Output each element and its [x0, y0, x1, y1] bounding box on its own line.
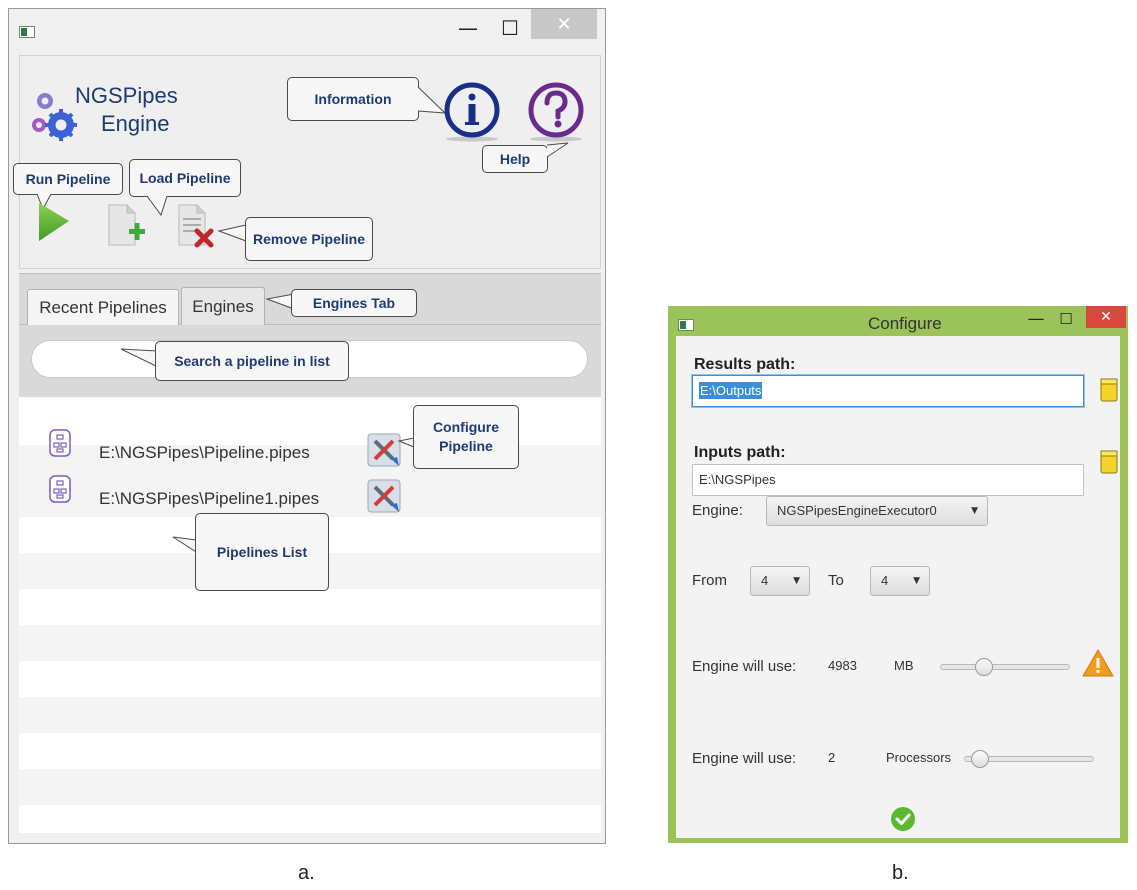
memory-slider[interactable] — [940, 658, 1070, 676]
search-callout-pointer — [120, 348, 159, 368]
load-pipeline-button[interactable] — [105, 199, 149, 249]
help-callout-pointer — [546, 142, 569, 158]
minimize-button[interactable]: — — [451, 15, 485, 45]
list-row-empty — [19, 769, 601, 805]
engine-selected-value: NGSPipesEngineExecutor0 — [777, 503, 937, 518]
configure-tools-icon — [367, 433, 401, 467]
list-row-empty — [19, 589, 601, 625]
browse-inputs-button[interactable] — [1100, 448, 1118, 479]
list-row-empty — [19, 625, 601, 661]
configure-tools-icon — [367, 479, 401, 513]
processors-slider[interactable] — [964, 750, 1094, 768]
question-circle-icon — [528, 82, 584, 142]
confirm-button[interactable] — [890, 806, 916, 837]
app-window-icon — [19, 25, 35, 38]
list-row-empty — [19, 805, 601, 833]
configure-callout-line1: Configure — [432, 419, 500, 435]
results-path-label: Results path: — [694, 356, 796, 373]
from-select[interactable]: 4 ▼ — [750, 566, 810, 596]
help-button[interactable] — [525, 81, 587, 143]
inputs-path-input[interactable]: E:\NGSPipes — [692, 464, 1084, 496]
add-file-icon — [108, 204, 145, 246]
remove-pipeline-callout: Remove Pipeline — [245, 217, 373, 261]
configure-pipeline-button[interactable] — [367, 479, 401, 513]
engines-tab-callout: Engines Tab — [291, 289, 417, 317]
results-path-value: E:\Outputs — [699, 382, 763, 399]
help-callout: Help — [482, 145, 548, 173]
title-bar: — ☐ ✕ — [9, 9, 605, 53]
memory-label: Engine will use: — [692, 658, 797, 675]
configure-dialog: Configure — ☐ ✕ Results path: E:\Outputs… — [668, 306, 1128, 843]
chevron-down-icon: ▼ — [913, 576, 920, 586]
pipeline-file-icon — [49, 475, 71, 508]
tab-engines[interactable]: Engines — [181, 287, 265, 325]
to-select[interactable]: 4 ▼ — [870, 566, 930, 596]
from-selected-value: 4 — [761, 573, 769, 588]
processors-slider-thumb[interactable] — [970, 750, 989, 768]
pipeline-path[interactable]: E:\NGSPipes\Pipeline1.pipes — [99, 489, 319, 509]
run-pipeline-button[interactable] — [33, 199, 73, 245]
caption-b: b. — [892, 862, 909, 884]
memory-unit: MB — [894, 658, 914, 673]
load-pipeline-callout: Load Pipeline — [129, 159, 241, 197]
remove-file-icon — [178, 204, 214, 248]
warning-icon — [1082, 648, 1114, 683]
engine-select[interactable]: NGSPipesEngineExecutor0 ▼ — [766, 496, 988, 526]
dialog-title: Configure — [868, 314, 942, 333]
from-label: From — [692, 572, 727, 589]
configure-pipeline-button[interactable] — [367, 433, 401, 467]
results-path-input[interactable]: E:\Outputs — [692, 375, 1084, 407]
search-callout: Search a pipeline in list — [155, 341, 349, 381]
maximize-button[interactable]: ☐ — [493, 15, 527, 45]
memory-value: 4983 — [828, 658, 857, 673]
folder-icon — [1100, 378, 1118, 402]
configure-callout-line2: Pipeline — [439, 438, 493, 454]
pipeline-file-icon — [49, 429, 71, 462]
ngspipes-logo: NGSPipes Engine — [29, 83, 189, 143]
check-circle-icon — [891, 807, 915, 831]
close-button[interactable]: ✕ — [531, 9, 597, 39]
remove-pipeline-callout-pointer — [217, 224, 247, 242]
chevron-down-icon: ▼ — [971, 506, 978, 516]
memory-slider-thumb[interactable] — [974, 658, 993, 676]
run-pipeline-callout: Run Pipeline — [13, 163, 123, 195]
pipeline-path[interactable]: E:\NGSPipes\Pipeline.pipes — [99, 443, 310, 463]
caption-a: a. — [298, 862, 315, 884]
processors-label: Engine will use: — [692, 750, 797, 767]
remove-pipeline-button[interactable] — [173, 199, 221, 249]
engine-label: Engine: — [692, 502, 743, 519]
information-callout: Information — [287, 77, 419, 121]
play-icon — [39, 203, 69, 241]
list-row-empty — [19, 661, 601, 697]
processors-unit: Processors — [886, 750, 952, 765]
logo-subtitle: Engine — [101, 111, 170, 136]
pipelines-list-callout: Pipelines List — [195, 513, 329, 591]
dialog-maximize-button[interactable]: ☐ — [1052, 306, 1080, 332]
configure-pipeline-callout: Configure Pipeline — [413, 405, 519, 469]
info-circle-icon — [444, 82, 500, 142]
inputs-path-label: Inputs path: — [694, 444, 786, 461]
to-label: To — [828, 572, 844, 589]
list-row-empty — [19, 733, 601, 769]
dialog-minimize-button[interactable]: — — [1022, 306, 1050, 332]
ngspipes-main-window: — ☐ ✕ NGSPipes Engine Information Help R… — [8, 8, 606, 844]
folder-icon — [1100, 450, 1118, 474]
processors-value: 2 — [828, 750, 836, 765]
tab-recent-pipelines[interactable]: Recent Pipelines — [27, 289, 179, 325]
chevron-down-icon: ▼ — [793, 576, 800, 586]
dialog-window-icon — [678, 318, 694, 331]
browse-results-button[interactable] — [1100, 376, 1118, 407]
information-button[interactable] — [441, 81, 503, 143]
dialog-close-button[interactable]: ✕ — [1086, 306, 1126, 328]
list-row-empty — [19, 697, 601, 733]
logo-title: NGSPipes — [75, 83, 178, 108]
to-selected-value: 4 — [881, 573, 889, 588]
